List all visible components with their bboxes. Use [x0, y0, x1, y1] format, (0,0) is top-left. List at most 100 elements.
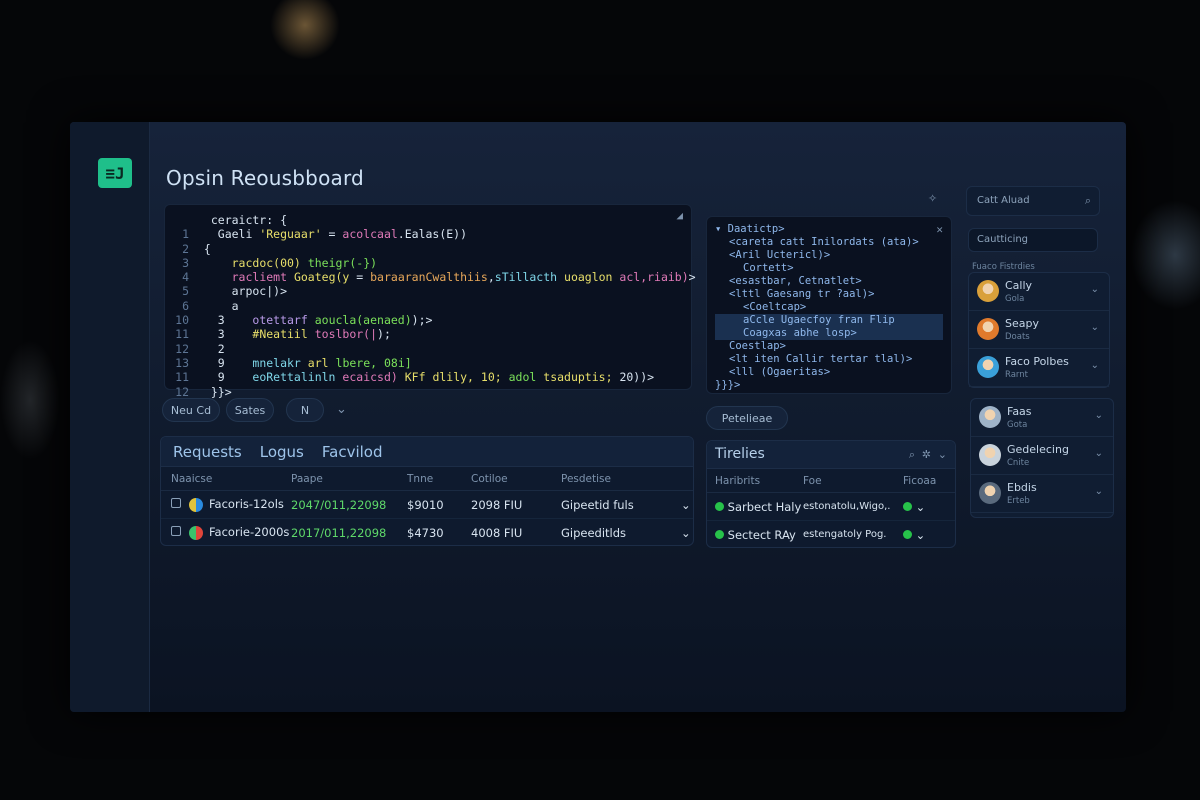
- left-rail: [70, 122, 150, 712]
- code-text: a: [197, 299, 239, 313]
- filter-field[interactable]: Cautticing: [968, 228, 1098, 252]
- code-token: =: [321, 227, 343, 242]
- code-token: arl: [307, 355, 329, 370]
- name-cell: Facorie-2000s: [161, 525, 291, 540]
- tree-node[interactable]: <Aril Uctericl)>: [715, 249, 943, 262]
- page-title: Opsin Reousbboard: [166, 166, 364, 190]
- user-item[interactable]: Seapy Doats ⌄: [969, 311, 1109, 349]
- table-row[interactable]: Facorie-2000s 2017/011,22098 $4730 4008 FIU…: [161, 519, 693, 545]
- user-subtitle: Gola: [1005, 294, 1025, 304]
- code-token: 20))>: [612, 370, 655, 385]
- tree-node[interactable]: <esastbar, Cetnatlet>: [715, 275, 943, 288]
- chevron-down-icon[interactable]: ⌄: [336, 402, 347, 417]
- tree-node[interactable]: Coestlap>: [715, 340, 943, 353]
- chevron-down-icon[interactable]: ⌄: [1095, 410, 1103, 421]
- tree-node[interactable]: ▾ Daatictp>: [715, 223, 943, 236]
- user-item[interactable]: Faco Polbes Rarnt ⌄: [969, 349, 1109, 387]
- tab-logus[interactable]: Logus: [260, 443, 304, 461]
- column-header[interactable]: Pesdetise: [561, 473, 681, 485]
- tree-node[interactable]: <lt iten Callir tertar tlal)>: [715, 353, 943, 366]
- search-input[interactable]: Catt Aluad: [977, 195, 1030, 206]
- tree-action-button[interactable]: Petelieae: [706, 406, 788, 430]
- timelines-title: Tirelies: [715, 446, 765, 462]
- tree-node[interactable]: aCcle Ugaecfoy fran Flip: [715, 314, 943, 327]
- column-header[interactable]: Cotiloe: [471, 473, 561, 485]
- code-token: 3: [197, 313, 253, 328]
- chevron-down-icon[interactable]: ⌄: [1095, 486, 1103, 497]
- column-header[interactable]: Paape: [291, 473, 407, 485]
- search-icon[interactable]: ⌕: [1085, 194, 1091, 208]
- code-text: 9 eoRettalinln ecaicsd) KFf dlily, 10; a…: [197, 370, 654, 384]
- code-line: 1 Gaeli 'Reguaar' = acolcaal.Ealas(E)): [171, 227, 685, 241]
- column-header[interactable]: Tnne: [407, 473, 471, 485]
- code-token: adol: [508, 370, 537, 385]
- search-icon[interactable]: ⌕: [909, 448, 915, 462]
- tab-requests[interactable]: Requests: [173, 443, 242, 461]
- avatar: [979, 406, 1001, 428]
- tab-facvilod[interactable]: Facvilod: [322, 443, 383, 461]
- timeline-name: Sarbect Haly: [707, 500, 803, 514]
- tree-panel[interactable]: ▾ Daatictp> <careta catt Inilordats (ata)…: [706, 216, 952, 394]
- tree-node[interactable]: Coagxas abhe losp>: [715, 327, 943, 340]
- tree-node[interactable]: <careta catt Inilordats (ata)>: [715, 236, 943, 249]
- status-dot-icon: [903, 529, 912, 539]
- tree-node[interactable]: }}}>: [715, 379, 943, 392]
- code-editor[interactable]: ceraictr: {1 Gaeli 'Reguaar' = acolcaal.…: [164, 204, 696, 399]
- timeline-row[interactable]: Sectect RAy estengatoly Pog. ⌄: [707, 521, 955, 547]
- timeline-row[interactable]: Sarbect Haly estonatolu,Wigo,. ⌄: [707, 493, 955, 521]
- row-checkbox[interactable]: [171, 498, 181, 509]
- line-number: 12: [175, 341, 189, 356]
- code-token: mnelakr: [252, 355, 301, 370]
- timeline-status: ⌄: [903, 528, 947, 542]
- column-header[interactable]: Ficoaa: [903, 475, 947, 487]
- chevron-down-icon[interactable]: ⌄: [1091, 322, 1099, 333]
- sparkle-icon[interactable]: ✧: [928, 192, 937, 205]
- chevron-down-icon[interactable]: ⌄: [681, 498, 691, 512]
- code-line: 12 2: [171, 342, 685, 356]
- close-icon[interactable]: ✕: [936, 223, 943, 236]
- user-item[interactable]: Faas Gota ⌄: [971, 399, 1113, 437]
- column-header[interactable]: Naaicse: [161, 473, 291, 485]
- user-item[interactable]: Ebdis Erteb ⌄: [971, 475, 1113, 513]
- user-list: Faas Gota ⌄ Gedelecing Cnite ⌄ Ebdis Erteb ⌄: [970, 398, 1114, 518]
- user-name: Faco Polbes: [1005, 355, 1069, 368]
- row-checkbox[interactable]: [171, 526, 181, 537]
- code-token: toslbor(|: [314, 327, 378, 342]
- column-header[interactable]: Foe: [803, 475, 903, 487]
- save-button[interactable]: Sates: [226, 398, 274, 422]
- background-light: [270, 0, 340, 60]
- search-box[interactable]: Catt Aluad ⌕: [966, 186, 1100, 216]
- code-token: theigr(-}): [307, 255, 378, 270]
- expand-icon[interactable]: ◢: [676, 209, 683, 223]
- app-logo-icon[interactable]: ≡J: [98, 158, 132, 188]
- code-lines: ceraictr: {1 Gaeli 'Reguaar' = acolcaal.…: [171, 213, 695, 399]
- tree-node[interactable]: Cortett>: [715, 262, 943, 275]
- code-token: }}>: [197, 384, 232, 399]
- extra-button[interactable]: N: [286, 398, 324, 422]
- status-dot-icon: [903, 501, 912, 511]
- chevron-down-icon[interactable]: ⌄: [681, 526, 691, 540]
- tree-node[interactable]: <lttl Gaesang tr ?aal)>: [715, 288, 943, 301]
- new-button[interactable]: Neu Cd: [162, 398, 220, 422]
- cell-time: 2098 FIU: [471, 497, 523, 512]
- code-text: ceraictr: {: [197, 213, 287, 227]
- chevron-down-icon[interactable]: ⌄: [1095, 448, 1103, 459]
- chevron-down-icon[interactable]: ⌄: [1091, 360, 1099, 371]
- chevron-down-icon[interactable]: ⌄: [912, 500, 926, 514]
- tree-node[interactable]: <Coeltcap>: [715, 301, 943, 314]
- code-token: eoRettalinln: [252, 370, 336, 385]
- tree-node[interactable]: <lll (Ogaeritas>: [715, 366, 943, 379]
- user-item[interactable]: Gedelecing Cnite ⌄: [971, 437, 1113, 475]
- user-item[interactable]: Cally Gola ⌄: [969, 273, 1109, 311]
- chevron-down-icon[interactable]: ⌄: [1091, 284, 1099, 295]
- table-row[interactable]: Facoris-12ols 2047/011,22098 $9010 2098 FIU…: [161, 491, 693, 519]
- chevron-down-icon[interactable]: ⌄: [912, 528, 926, 542]
- line-number: 12: [175, 384, 189, 399]
- chevron-down-icon[interactable]: ⌄: [938, 448, 947, 461]
- settings-icon[interactable]: ✲: [922, 448, 931, 461]
- column-header[interactable]: Haribrits: [707, 475, 803, 487]
